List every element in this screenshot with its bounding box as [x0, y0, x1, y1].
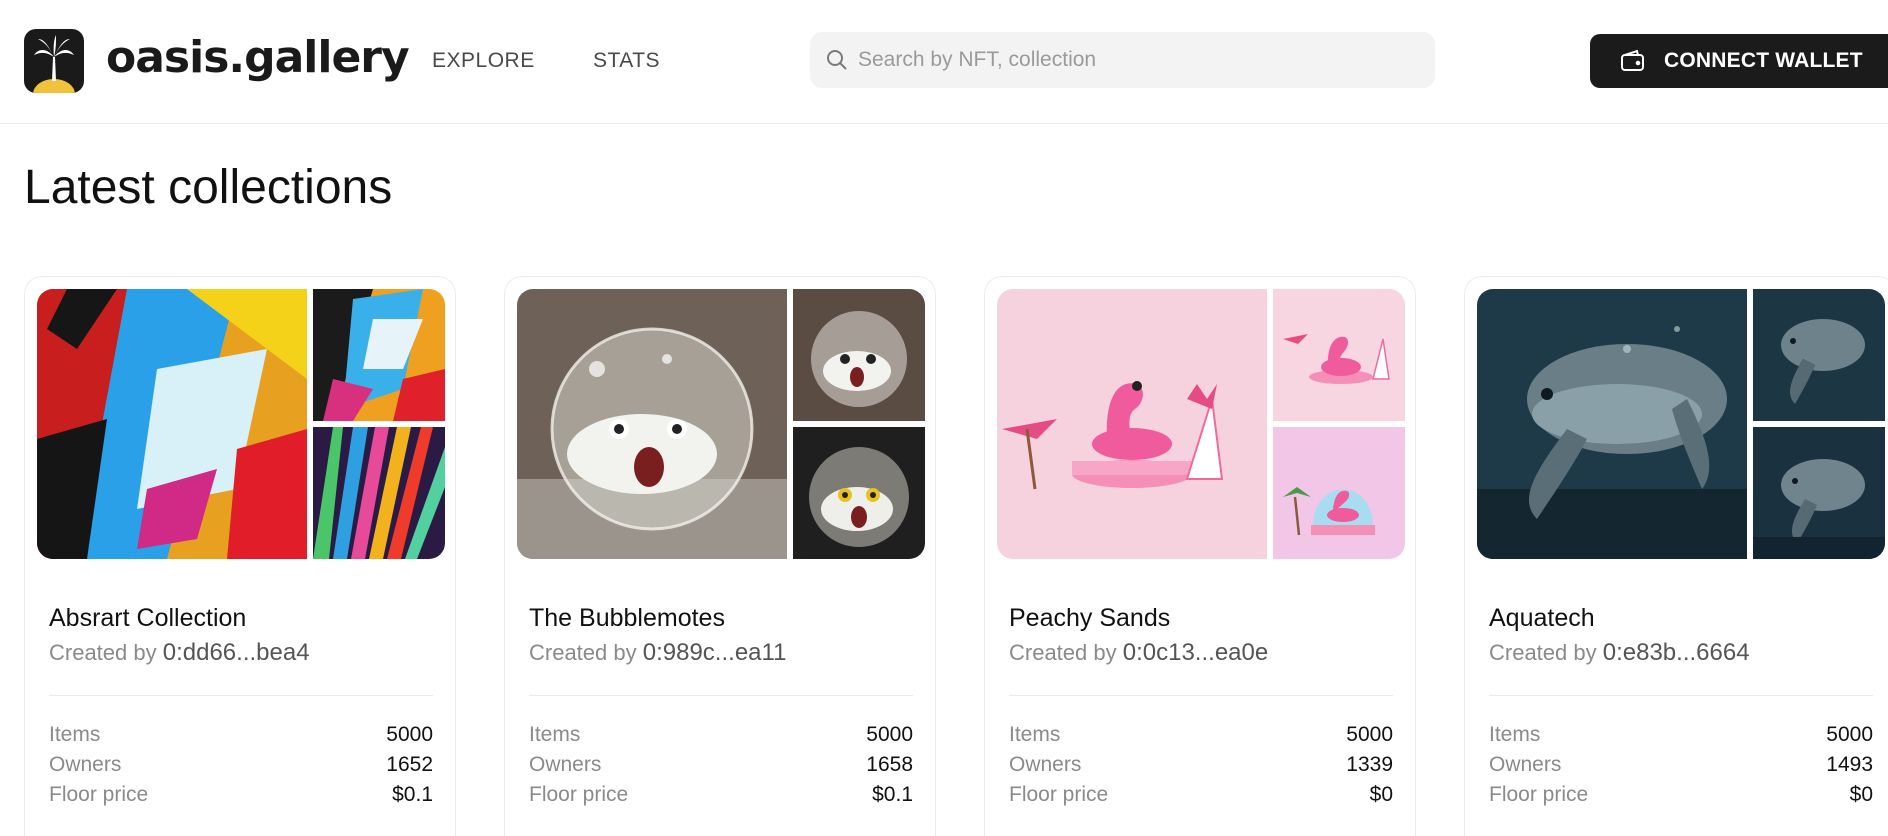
- collection-image-top: [313, 289, 445, 421]
- stat-owners: Owners 1339: [1009, 751, 1393, 779]
- creator-address[interactable]: 0:dd66...bea4: [163, 639, 310, 666]
- created-by-label: Created by: [49, 640, 157, 665]
- creator-address[interactable]: 0:0c13...ea0e: [1123, 639, 1268, 666]
- collection-image-main: [37, 289, 307, 559]
- collection-name[interactable]: Absrart Collection: [49, 603, 246, 633]
- stat-owners: Owners 1652: [49, 751, 433, 779]
- collection-creator: Created by 0:e83b...6664: [1489, 639, 1750, 667]
- connect-wallet-label: CONNECT WALLET: [1664, 49, 1863, 72]
- search-icon: [825, 48, 849, 77]
- stat-value: 1339: [1346, 753, 1393, 776]
- created-by-label: Created by: [1009, 640, 1117, 665]
- card-divider: [1009, 695, 1393, 696]
- collection-creator: Created by 0:989c...ea11: [529, 639, 786, 667]
- stat-label: Floor price: [529, 783, 629, 806]
- stat-label: Items: [529, 723, 581, 746]
- collection-gallery[interactable]: [1477, 289, 1885, 559]
- stat-items: Items 5000: [49, 721, 433, 749]
- collection-creator: Created by 0:dd66...bea4: [49, 639, 310, 667]
- card-divider: [1489, 695, 1873, 696]
- stat-value: 5000: [1826, 723, 1873, 746]
- wallet-icon: [1620, 49, 1646, 78]
- stat-label: Items: [1009, 723, 1061, 746]
- collection-image-main: [997, 289, 1267, 559]
- collection-image-main: [1477, 289, 1747, 559]
- connect-wallet-button[interactable]: CONNECT WALLET: [1590, 34, 1888, 88]
- stat-value: 5000: [386, 723, 433, 746]
- stat-label: Owners: [529, 753, 602, 776]
- search-input[interactable]: [858, 32, 1418, 88]
- stat-floor-price: Floor price $0.1: [49, 781, 433, 809]
- stat-value: 1652: [386, 753, 433, 776]
- stat-value: $0: [1369, 783, 1393, 806]
- search-bar[interactable]: [810, 32, 1435, 88]
- page-title: Latest collections: [24, 161, 393, 214]
- collection-card[interactable]: Absrart Collection Created by 0:dd66...b…: [24, 276, 456, 836]
- collection-gallery[interactable]: [997, 289, 1405, 559]
- stat-floor-price: Floor price $0: [1489, 781, 1873, 809]
- collection-image-bottom: [1273, 427, 1405, 559]
- stat-value: $0.1: [872, 783, 913, 806]
- collection-image-bottom: [313, 427, 445, 559]
- collection-name[interactable]: Peachy Sands: [1009, 603, 1170, 633]
- collection-image-top: [793, 289, 925, 421]
- stat-owners: Owners 1658: [529, 751, 913, 779]
- collection-gallery[interactable]: [37, 289, 445, 559]
- top-header: oasis.gallery EXPLORE STATS CONNECT WALL…: [0, 0, 1888, 124]
- stat-value: 1493: [1826, 753, 1873, 776]
- palm-tree-icon[interactable]: [24, 29, 84, 93]
- stat-items: Items 5000: [1489, 721, 1873, 749]
- created-by-label: Created by: [1489, 640, 1597, 665]
- stat-label: Floor price: [1489, 783, 1589, 806]
- card-divider: [49, 695, 433, 696]
- stat-floor-price: Floor price $0: [1009, 781, 1393, 809]
- collection-image-top: [1753, 289, 1885, 421]
- stat-label: Floor price: [1009, 783, 1109, 806]
- collection-creator: Created by 0:0c13...ea0e: [1009, 639, 1268, 667]
- collection-card[interactable]: The Bubblemotes Created by 0:989c...ea11…: [504, 276, 936, 836]
- stat-label: Owners: [49, 753, 122, 776]
- collection-name[interactable]: Aquatech: [1489, 603, 1595, 633]
- card-divider: [529, 695, 913, 696]
- collection-card[interactable]: Aquatech Created by 0:e83b...6664 Items 5…: [1464, 276, 1888, 836]
- collection-image-bottom: [1753, 427, 1885, 559]
- stat-label: Items: [1489, 723, 1541, 746]
- collection-name[interactable]: The Bubblemotes: [529, 603, 725, 633]
- collection-gallery[interactable]: [517, 289, 925, 559]
- brand-name[interactable]: oasis.gallery: [106, 28, 410, 88]
- stat-items: Items 5000: [529, 721, 913, 749]
- stat-value: 5000: [1346, 723, 1393, 746]
- stat-label: Items: [49, 723, 101, 746]
- stat-value: 5000: [866, 723, 913, 746]
- collection-card[interactable]: Peachy Sands Created by 0:0c13...ea0e It…: [984, 276, 1416, 836]
- stat-owners: Owners 1493: [1489, 751, 1873, 779]
- stat-value: $0: [1849, 783, 1873, 806]
- stat-label: Owners: [1489, 753, 1562, 776]
- stat-floor-price: Floor price $0.1: [529, 781, 913, 809]
- stat-label: Owners: [1009, 753, 1082, 776]
- collection-image-top: [1273, 289, 1405, 421]
- collection-image-main: [517, 289, 787, 559]
- nav-explore[interactable]: EXPLORE: [432, 48, 535, 74]
- nav-stats[interactable]: STATS: [593, 48, 660, 74]
- stat-value: $0.1: [392, 783, 433, 806]
- collection-image-bottom: [793, 427, 925, 559]
- stat-value: 1658: [866, 753, 913, 776]
- creator-address[interactable]: 0:989c...ea11: [643, 639, 787, 666]
- stat-items: Items 5000: [1009, 721, 1393, 749]
- creator-address[interactable]: 0:e83b...6664: [1603, 639, 1750, 666]
- created-by-label: Created by: [529, 640, 637, 665]
- stat-label: Floor price: [49, 783, 149, 806]
